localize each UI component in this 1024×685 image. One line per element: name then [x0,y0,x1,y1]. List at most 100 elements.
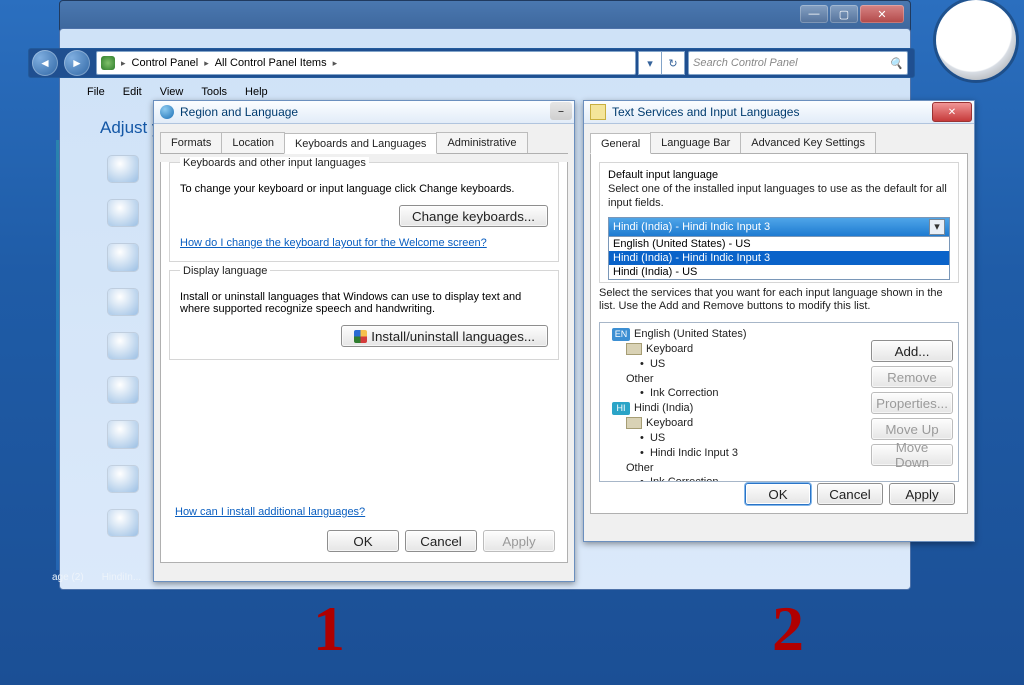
chevron-icon: ▸ [121,58,126,69]
tree-label: English (United States) [634,328,747,340]
remove-button[interactable]: Remove [871,366,953,388]
menu-file[interactable]: File [85,85,107,105]
dialog-title: Text Services and Input Languages [612,105,799,119]
default-language-combobox[interactable]: Hindi (India) - Hindi Indic Input 3 ▾ [608,217,950,237]
dialog-region-and-language: Region and Language ⎯ Formats Location K… [153,100,575,582]
dialog-help-button[interactable]: ⎯ [550,102,572,120]
group-title: Display language [180,265,270,277]
tab-location[interactable]: Location [221,132,285,153]
close-button[interactable]: ✕ [932,102,972,122]
crumb-all-items[interactable]: All Control Panel Items [215,57,327,69]
cp-item-icon[interactable] [108,377,138,403]
apply-button[interactable]: Apply [483,530,555,552]
cp-item-icon[interactable] [108,421,138,447]
ok-button[interactable]: OK [745,483,811,505]
dropdown-option[interactable]: English (United States) - US [609,237,949,251]
menu-edit[interactable]: Edit [121,85,144,105]
search-icon: 🔍 [889,57,903,70]
dialog-footer: OK Cancel Apply [327,530,555,552]
change-keyboards-button[interactable]: Change keyboards... [399,205,548,227]
clock-gadget [936,0,1016,80]
add-button[interactable]: Add... [871,340,953,362]
nav-back-button[interactable]: ◄ [32,50,58,76]
ok-button[interactable]: OK [327,530,399,552]
search-input[interactable]: Search Control Panel 🔍 [688,51,908,75]
keyboard-icon [590,104,606,120]
install-additional-languages-link[interactable]: How can I install additional languages? [175,506,365,518]
chevron-down-icon: ▾ [929,219,945,235]
group-description: To change your keyboard or input languag… [180,183,548,195]
group-description: Install or uninstall languages that Wind… [180,291,548,315]
annotation-number-2: 2 [772,592,804,666]
tree-label: Other [626,373,654,385]
tree-item[interactable]: • Ink Correction [604,475,954,482]
tree-label: US [650,432,665,444]
dialog-titlebar: Region and Language ⎯ [154,101,574,124]
cp-item-icon[interactable] [108,156,138,182]
move-up-button[interactable]: Move Up [871,418,953,440]
desktop: — ▢ ✕ ◄ ► ▸ Control Panel ▸ All Control … [0,0,1024,685]
globe-icon [160,105,174,119]
apply-button[interactable]: Apply [889,483,955,505]
dialog-titlebar: Text Services and Input Languages ✕ [584,101,974,124]
cancel-button[interactable]: Cancel [817,483,883,505]
tab-keyboards-and-languages[interactable]: Keyboards and Languages [284,133,438,154]
move-down-button[interactable]: Move Down [871,444,953,466]
tree-label: Ink Correction [650,387,718,399]
properties-button[interactable]: Properties... [871,392,953,414]
cp-item-icon[interactable] [108,510,138,536]
lang-tag-en: EN [612,328,630,341]
tree-label: Keyboard [646,417,693,429]
cp-item-icon[interactable] [108,466,138,492]
shield-icon [354,330,367,343]
chevron-icon: ▸ [333,58,338,69]
nav-forward-button[interactable]: ► [64,50,90,76]
cp-icon [101,56,115,70]
cp-item-icon[interactable] [108,244,138,270]
crumb-control-panel[interactable]: Control Panel [132,57,199,69]
tab-strip: General Language Bar Advanced Key Settin… [590,132,968,154]
address-bar: ◄ ► ▸ Control Panel ▸ All Control Panel … [28,48,915,78]
history-dropdown-button[interactable]: ▾ [638,51,662,75]
tab-general[interactable]: General [590,133,651,154]
breadcrumb-bar[interactable]: ▸ Control Panel ▸ All Control Panel Item… [96,51,636,75]
tab-formats[interactable]: Formats [160,132,222,153]
cp-item-icon[interactable] [108,289,138,315]
maximize-button[interactable]: ▢ [830,5,858,23]
page-heading: Adjust y [100,118,160,138]
tree-label: Other [626,462,654,474]
refresh-button[interactable]: ↻ [661,51,685,75]
installed-services-description: Select the services that you want for ea… [599,287,959,315]
cancel-button[interactable]: Cancel [405,530,477,552]
dropdown-option[interactable]: Hindi (India) - US [609,265,949,279]
combobox-dropdown: English (United States) - US Hindi (Indi… [608,237,950,280]
keyboard-icon [626,417,642,429]
close-button[interactable]: ✕ [860,5,904,23]
dialog-text-services: Text Services and Input Languages ✕ Gene… [583,100,975,542]
chevron-icon: ▸ [204,58,209,69]
tab-administrative[interactable]: Administrative [436,132,527,153]
annotation-number-1: 1 [313,592,345,666]
install-uninstall-languages-button[interactable]: Install/uninstall languages... [341,325,548,347]
minimize-button[interactable]: — [800,5,828,23]
dialog-body: Keyboards and other input languages To c… [160,162,568,563]
search-placeholder: Search Control Panel [693,57,798,69]
dropdown-option-selected[interactable]: Hindi (India) - Hindi Indic Input 3 [609,251,949,265]
group-display-language: Display language Install or uninstall la… [169,270,559,360]
tab-strip: Formats Location Keyboards and Languages… [160,132,568,154]
button-label: Install/uninstall languages... [371,329,535,344]
dialog-footer: OK Cancel Apply [745,483,955,505]
cp-item-icon[interactable] [108,333,138,359]
tab-advanced-key-settings[interactable]: Advanced Key Settings [740,132,876,153]
tree-label: Hindi (India) [634,402,693,414]
cp-item-icon[interactable] [108,200,138,226]
tree-action-buttons: Add... Remove Properties... Move Up Move… [871,340,953,466]
lang-tag-hi: HI [612,402,630,415]
dialog-title: Region and Language [180,105,298,119]
welcome-screen-help-link[interactable]: How do I change the keyboard layout for … [180,237,487,249]
desktop-icon-labels: age (2) HindiIn... [52,572,141,583]
group-title: Keyboards and other input languages [180,157,369,169]
tree-label: Hindi Indic Input 3 [650,447,738,459]
group-default-input-language: Default input language Select one of the… [599,162,959,283]
tab-language-bar[interactable]: Language Bar [650,132,741,153]
